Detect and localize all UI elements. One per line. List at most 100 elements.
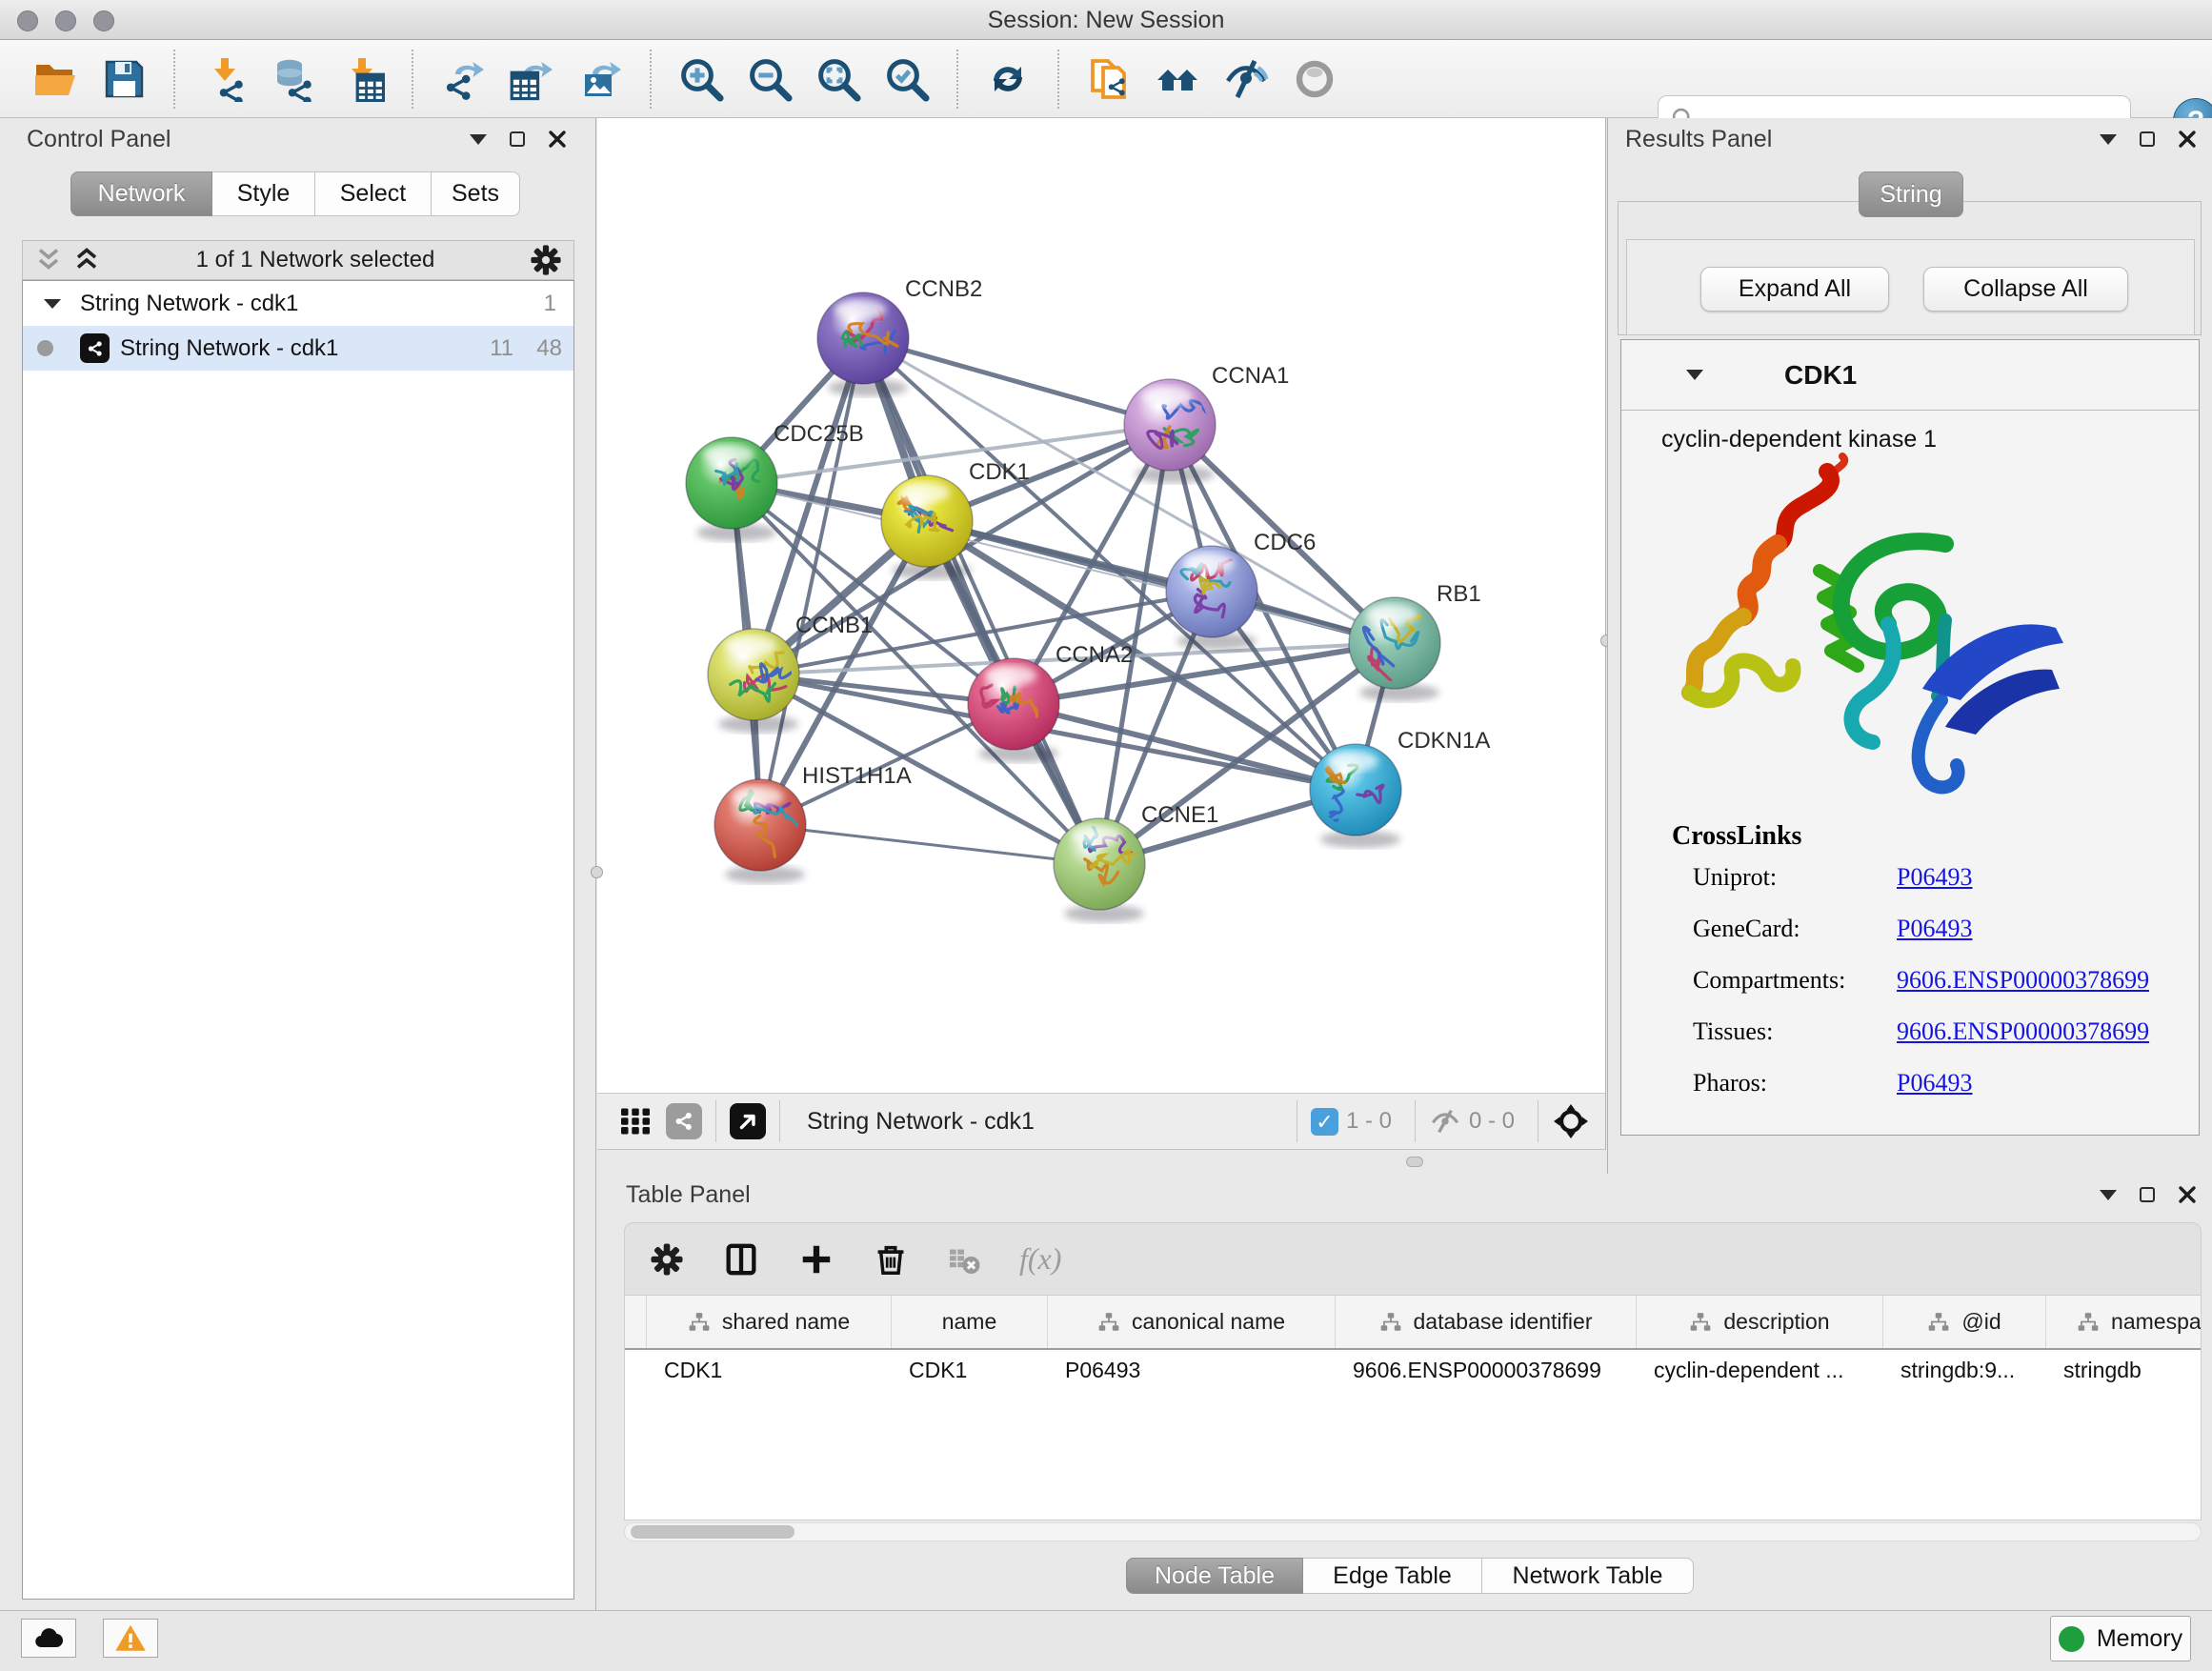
node-hist1h1a[interactable] — [714, 779, 806, 883]
node-table[interactable]: shared namenamecanonical namedatabase id… — [624, 1296, 2202, 1520]
node-cdc25b[interactable] — [686, 437, 777, 541]
export-network-button[interactable] — [437, 51, 489, 107]
network-from-selection-button[interactable] — [1083, 51, 1135, 107]
column-header-sharedname[interactable]: shared name — [647, 1296, 892, 1348]
fit-selected-crosshair-icon[interactable] — [1552, 1102, 1590, 1140]
crosslink-link[interactable]: 9606.ENSP00000378699 — [1897, 966, 2149, 995]
network-collection-row[interactable]: String Network - cdk1 1 — [23, 281, 573, 326]
panel-float-icon[interactable] — [2140, 1187, 2155, 1202]
collection-expand-icon[interactable] — [44, 299, 61, 309]
node-cdk1[interactable] — [881, 475, 973, 579]
table-cell[interactable]: CDK1 — [647, 1358, 892, 1383]
import-table-button[interactable] — [336, 51, 388, 107]
column-header-name[interactable]: name — [892, 1296, 1048, 1348]
panel-menu-icon[interactable] — [2100, 1190, 2117, 1200]
zoom-selected-button[interactable] — [881, 51, 933, 107]
export-network-icon — [440, 56, 486, 102]
column-header-canonicalname[interactable]: canonical name — [1048, 1296, 1336, 1348]
table-settings-gear-icon[interactable] — [650, 1242, 684, 1277]
cloud-button[interactable] — [21, 1619, 76, 1658]
tab-select[interactable]: Select — [315, 171, 432, 216]
import-network-file-button[interactable] — [199, 51, 251, 107]
crosslink-link[interactable]: P06493 — [1897, 915, 1972, 943]
zoom-fit-button[interactable] — [813, 51, 864, 107]
collapse-all-button[interactable]: Collapse All — [1923, 267, 2128, 312]
table-cell[interactable]: CDK1 — [892, 1358, 1048, 1383]
warnings-button[interactable] — [103, 1619, 158, 1658]
first-neighbors-button[interactable] — [1152, 51, 1203, 107]
expand-all-button[interactable]: Expand All — [1700, 267, 1889, 312]
memory-button[interactable]: Memory — [2050, 1616, 2191, 1661]
zoom-selected-icon — [884, 56, 930, 102]
column-header-databaseidentifier[interactable]: database identifier — [1336, 1296, 1637, 1348]
crosslink-link[interactable]: P06493 — [1897, 1069, 1972, 1097]
column-header-id[interactable]: @id — [1883, 1296, 2046, 1348]
node-ccnb1[interactable] — [708, 629, 801, 733]
window-minimize-button[interactable] — [55, 10, 76, 31]
crosslink-row: Pharos:P06493 — [1672, 1057, 2149, 1109]
import-network-database-button[interactable] — [268, 51, 319, 107]
table-horizontal-scrollbar[interactable] — [624, 1522, 2202, 1541]
grid-view-icon[interactable] — [618, 1104, 653, 1138]
tab-string[interactable]: String — [1859, 171, 1963, 217]
entry-collapse-icon[interactable] — [1686, 370, 1703, 380]
panel-close-icon[interactable] — [548, 130, 567, 149]
table-cell[interactable]: stringdb:9... — [1883, 1358, 2046, 1383]
window-close-button[interactable] — [17, 10, 38, 31]
panel-menu-icon[interactable] — [470, 134, 487, 145]
panel-float-icon[interactable] — [2140, 131, 2155, 147]
node-ccna1[interactable] — [1124, 379, 1216, 483]
hidden-eye-icon[interactable] — [1429, 1105, 1461, 1137]
panel-close-icon[interactable] — [2178, 1185, 2197, 1204]
table-row[interactable]: CDK1CDK1P064939606.ENSP00000378699cyclin… — [625, 1350, 2201, 1390]
expand-all-icon[interactable] — [72, 246, 101, 274]
node-ccne1[interactable] — [1054, 818, 1145, 922]
panel-menu-icon[interactable] — [2100, 134, 2117, 145]
window-zoom-button[interactable] — [93, 10, 114, 31]
export-table-button[interactable] — [506, 51, 557, 107]
node-rb1[interactable] — [1349, 597, 1440, 701]
crosslink-link[interactable]: P06493 — [1897, 863, 1972, 892]
gear-icon[interactable] — [530, 244, 562, 276]
table-cell[interactable]: stringdb — [2046, 1358, 2202, 1383]
table-tabs: Node TableEdge TableNetwork Table — [1126, 1558, 1694, 1594]
save-session-button[interactable] — [98, 51, 150, 107]
delete-column-icon[interactable] — [873, 1241, 909, 1278]
selected-nodes-checkbox[interactable]: ✓ — [1311, 1108, 1338, 1136]
tab-style[interactable]: Style — [212, 171, 315, 216]
zoom-out-button[interactable] — [744, 51, 795, 107]
tab-network-table[interactable]: Network Table — [1482, 1558, 1694, 1594]
select-columns-icon[interactable] — [722, 1240, 760, 1278]
birdseye-view-icon[interactable] — [730, 1103, 766, 1139]
add-column-icon[interactable] — [798, 1241, 835, 1278]
table-cell[interactable]: 9606.ENSP00000378699 — [1336, 1358, 1637, 1383]
crosslink-label: Compartments: — [1693, 966, 1897, 995]
table-cell[interactable]: P06493 — [1048, 1358, 1336, 1383]
panel-float-icon[interactable] — [510, 131, 525, 147]
zoom-in-button[interactable] — [675, 51, 727, 107]
panel-close-icon[interactable] — [2178, 130, 2197, 149]
network-row-selected[interactable]: String Network - cdk1 11 48 — [23, 326, 573, 371]
node-ccnb2[interactable] — [817, 292, 909, 396]
collapse-all-icon[interactable] — [34, 246, 63, 274]
tab-network[interactable]: Network — [70, 171, 212, 216]
tab-edge-table[interactable]: Edge Table — [1303, 1558, 1482, 1594]
node-cdkn1a[interactable] — [1310, 744, 1401, 848]
crosslink-link[interactable]: 9606.ENSP00000378699 — [1897, 1017, 2149, 1046]
network-share-icon[interactable] — [666, 1103, 702, 1139]
tab-sets[interactable]: Sets — [432, 171, 520, 216]
open-session-button[interactable] — [30, 51, 81, 107]
apply-layout-button[interactable] — [982, 51, 1034, 107]
save-session-icon — [101, 56, 147, 102]
tab-node-table[interactable]: Node Table — [1126, 1558, 1303, 1594]
hide-selected-button[interactable] — [1220, 51, 1272, 107]
table-cell[interactable]: cyclin-dependent ... — [1637, 1358, 1883, 1383]
column-header-namespace[interactable]: namespace — [2046, 1296, 2202, 1348]
export-image-button[interactable] — [574, 51, 626, 107]
entry-header[interactable]: CDK1 — [1621, 340, 2199, 411]
left-splitter-handle[interactable] — [591, 866, 603, 878]
network-canvas[interactable]: CCNB2CCNA1CDC25BCDK1CDC6RB1CCNB1CCNA2CDK… — [597, 118, 1606, 1093]
column-header-description[interactable]: description — [1637, 1296, 1883, 1348]
show-all-button[interactable] — [1289, 51, 1340, 107]
toolbar-separator — [1057, 50, 1059, 109]
